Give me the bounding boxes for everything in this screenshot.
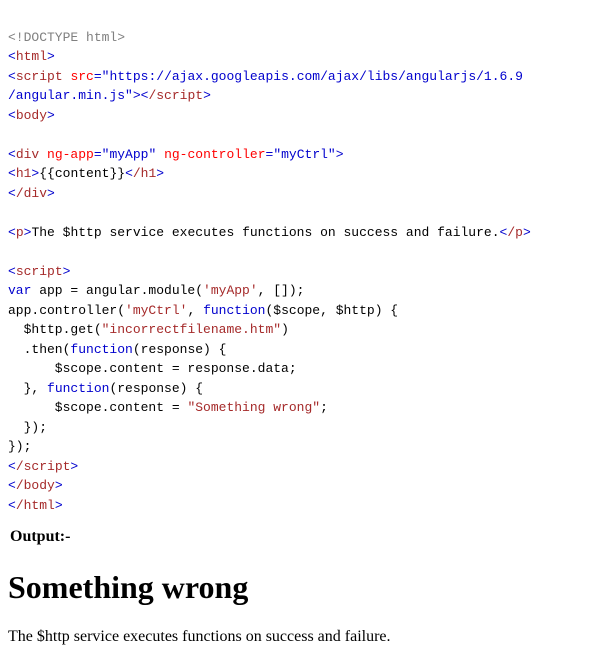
function-keyword: function [70, 342, 132, 357]
function-keyword: function [47, 381, 109, 396]
angle-close: > [47, 49, 55, 64]
app-controller: app.controller( [8, 303, 125, 318]
p-tag: p [16, 225, 24, 240]
angle-close: > [336, 147, 344, 162]
function-keyword: function [203, 303, 265, 318]
angle-open: < [125, 166, 133, 181]
angle-open: < [8, 166, 16, 181]
angle-open: < [8, 264, 16, 279]
angle-close: > [133, 88, 141, 103]
angle-close: > [55, 498, 63, 513]
eq: = [94, 69, 102, 84]
scope-wrong-pre: $scope.content = [8, 400, 187, 415]
comma-arr: , []); [258, 283, 305, 298]
var-keyword: var [8, 283, 31, 298]
ngapp-val: "myApp" [102, 147, 157, 162]
angle-close: > [156, 166, 164, 181]
angle-open: < [8, 478, 16, 493]
html-tag: html [16, 49, 47, 64]
then: .then( [8, 342, 70, 357]
close-brace1: }); [8, 420, 47, 435]
body-tag: body [16, 108, 47, 123]
angle-close: > [203, 88, 211, 103]
fn-args1: ($scope, $http) { [265, 303, 398, 318]
output-paragraph: The $http service executes functions on … [8, 625, 602, 649]
doctype: <!DOCTYPE html> [8, 30, 125, 45]
ngapp-attr: ng-app [47, 147, 94, 162]
fn-args2: (response) { [133, 342, 227, 357]
semicolon: ; [320, 400, 328, 415]
filename-string: "incorrectfilename.htm" [102, 322, 281, 337]
h1-close-tag: /h1 [133, 166, 156, 181]
ngcontroller-val: "myCtrl" [273, 147, 335, 162]
src-value-line2: /angular.min.js" [8, 88, 133, 103]
script-close-tag: /script [148, 88, 203, 103]
close-brace2: }); [8, 439, 31, 454]
angle-close: > [70, 459, 78, 474]
p-close-tag: /p [507, 225, 523, 240]
http-get: $http.get( [8, 322, 102, 337]
myapp-string: 'myApp' [203, 283, 258, 298]
h1-tag: h1 [16, 166, 32, 181]
html-close-tag: /html [16, 498, 55, 513]
output-heading: Something wrong [8, 563, 602, 611]
angle-close: > [63, 264, 71, 279]
close-comma: }, [8, 381, 47, 396]
angle-open: < [8, 225, 16, 240]
paren-close: ) [281, 322, 289, 337]
angle-close: > [55, 478, 63, 493]
angle-close: > [47, 186, 55, 201]
eq: = [94, 147, 102, 162]
angle-open: < [8, 69, 16, 84]
script-tag: script [16, 69, 63, 84]
fn-args2: (response) { [109, 381, 203, 396]
body-close-tag: /body [16, 478, 55, 493]
angle-open: < [8, 498, 16, 513]
myctrl-string: 'myCtrl' [125, 303, 187, 318]
ngcontroller-attr: ng-controller [164, 147, 265, 162]
script-tag: script [16, 264, 63, 279]
output-label: Output:- [10, 525, 602, 549]
app-eq: app = angular.module( [31, 283, 203, 298]
angle-open: < [8, 186, 16, 201]
h1-content: {{content}} [39, 166, 125, 181]
angle-open: < [8, 147, 16, 162]
div-tag: div [16, 147, 39, 162]
angle-open: < [8, 108, 16, 123]
angle-close: > [47, 108, 55, 123]
angle-open: < [8, 49, 16, 64]
angle-close: > [523, 225, 531, 240]
angle-open: < [8, 459, 16, 474]
comma: , [187, 303, 203, 318]
wrong-string: "Something wrong" [187, 400, 320, 415]
src-attr: src [70, 69, 93, 84]
p-text: The $http service executes functions on … [31, 225, 499, 240]
scope-data: $scope.content = response.data; [8, 361, 297, 376]
script-close-tag: /script [16, 459, 71, 474]
src-value-line1: "https://ajax.googleapis.com/ajax/libs/a… [102, 69, 523, 84]
div-close-tag: /div [16, 186, 47, 201]
code-block: <!DOCTYPE html> <html> <script src="http… [8, 8, 602, 515]
